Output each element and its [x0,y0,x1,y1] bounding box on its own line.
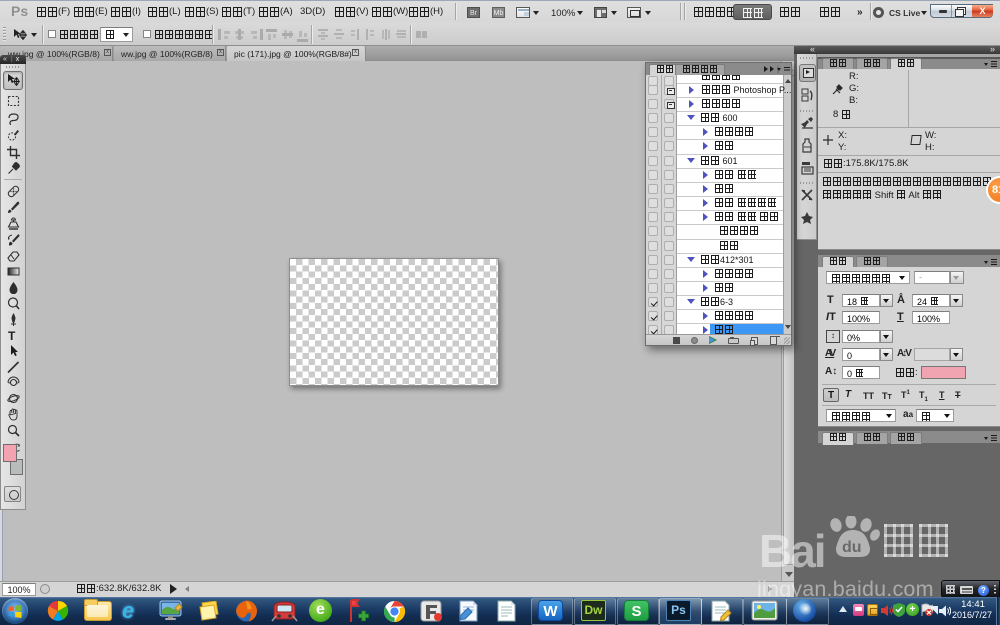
svg-text:du: du [842,539,862,556]
